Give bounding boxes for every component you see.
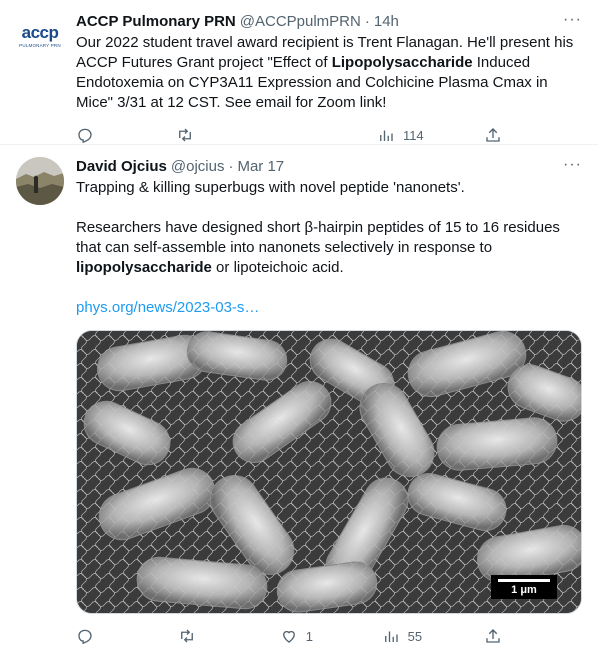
accp-logo-subtitle: PULMONARY PRN <box>19 42 61 48</box>
user-handle[interactable]: @ojcius <box>171 157 225 177</box>
reply-icon <box>78 629 92 645</box>
tweet-text-highlight: lipopolysaccharide <box>76 259 212 276</box>
tweet-header: ACCP Pulmonary PRN @ACCPpulmPRN · 14h <box>76 12 582 32</box>
retweet-icon <box>179 128 192 142</box>
avatar[interactable]: accp PULMONARY PRN <box>16 12 64 60</box>
separator-dot: · <box>364 13 370 30</box>
timestamp[interactable]: 14h <box>374 12 399 32</box>
avatar-photo <box>16 157 64 205</box>
tweet[interactable]: ··· David Ojcius @ojcius · Mar 17 Trappi… <box>0 145 598 670</box>
views-count: 55 <box>407 628 423 644</box>
tweet-text: Trapping & killing superbugs with novel … <box>76 178 582 318</box>
reply-icon <box>78 128 92 144</box>
retweet-icon <box>180 629 193 643</box>
share-icon <box>486 629 500 643</box>
tweet-actions: 1 55 <box>76 626 502 646</box>
display-name[interactable]: ACCP Pulmonary PRN <box>76 12 236 32</box>
tweet[interactable]: accp PULMONARY PRN ··· ACCP Pulmonary PR… <box>0 0 598 145</box>
reply-button[interactable] <box>76 126 116 144</box>
scale-bar-line <box>498 578 550 582</box>
tweet-media-image[interactable]: 1 μm <box>76 330 582 614</box>
tweet-actions: 114 <box>76 125 502 145</box>
article-link[interactable]: phys.org/news/2023-03-s… <box>76 299 259 316</box>
scale-bar: 1 μm <box>491 575 557 599</box>
display-name[interactable]: David Ojcius <box>76 157 167 177</box>
avatar[interactable] <box>16 157 64 205</box>
timestamp[interactable]: Mar 17 <box>237 157 284 177</box>
more-options-button[interactable]: ··· <box>563 157 582 173</box>
heart-icon <box>282 630 295 643</box>
tweet-text-part: or lipoteichoic acid. <box>211 259 344 276</box>
share-button[interactable] <box>484 627 502 645</box>
tweet-paragraph: Trapping & killing superbugs with novel … <box>76 179 465 196</box>
tweet-text-highlight: Lipopolysaccharide <box>331 54 473 71</box>
retweet-button[interactable] <box>176 126 216 144</box>
share-icon <box>486 128 500 142</box>
share-button[interactable] <box>484 126 502 144</box>
like-count: 1 <box>305 628 313 644</box>
microscopy-image <box>77 331 581 613</box>
views-icon <box>384 631 398 642</box>
separator-dot: · <box>228 158 234 175</box>
views-count: 114 <box>402 127 424 143</box>
tweet-text-part: Researchers have designed short β-hairpi… <box>76 219 560 256</box>
retweet-button[interactable] <box>178 627 218 645</box>
like-button[interactable]: 1 <box>280 627 320 645</box>
user-handle[interactable]: @ACCPpulmPRN <box>240 12 361 32</box>
tweet-header: David Ojcius @ojcius · Mar 17 <box>76 157 582 177</box>
views-button[interactable]: 114 <box>377 126 424 144</box>
views-icon <box>380 130 393 141</box>
tweet-paragraph: Researchers have designed short β-hairpi… <box>76 218 582 278</box>
views-button[interactable]: 55 <box>382 627 422 645</box>
scale-bar-label: 1 μm <box>511 583 537 596</box>
more-options-button[interactable]: ··· <box>563 12 582 28</box>
tweet-text: Our 2022 student travel award recipient … <box>76 33 582 113</box>
accp-logo: accp <box>21 22 59 42</box>
reply-button[interactable] <box>76 627 116 645</box>
